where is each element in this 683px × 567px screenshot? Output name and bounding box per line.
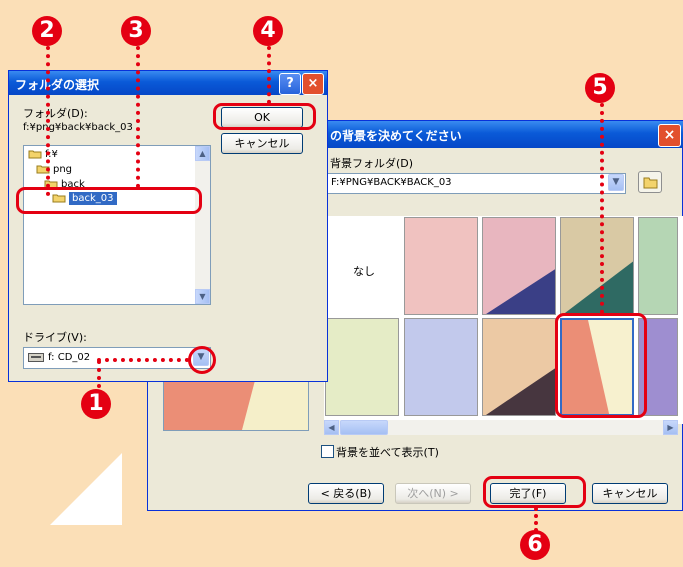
scroll-down-icon[interactable]: ▼ — [195, 289, 210, 304]
background-folder-combo[interactable]: F:¥PNG¥BACK¥BACK_03 ▼ — [326, 173, 626, 194]
highlight-ok — [213, 103, 316, 130]
wizard-cancel-button[interactable]: キャンセル — [592, 483, 668, 504]
folder-tree[interactable]: f:¥ png back back_03 ▲ ▼ — [23, 145, 211, 305]
tree-item-png[interactable]: png — [36, 164, 72, 175]
folder-dialog-title: フォルダの選択 — [15, 78, 100, 92]
thumbnail-peach-triangle[interactable] — [482, 318, 556, 416]
callout-4: 4 — [253, 16, 283, 46]
thumbnail-lavender[interactable] — [404, 318, 478, 416]
highlight-finish — [483, 476, 586, 508]
none-label: なし — [353, 265, 375, 278]
scroll-thumb[interactable] — [340, 420, 388, 435]
callout-5: 5 — [585, 73, 615, 103]
next-button[interactable]: 次へ(N) > — [395, 483, 471, 504]
thumbnail-green-partial[interactable] — [638, 217, 678, 315]
corner-triangle-decoration — [50, 453, 122, 525]
highlight-drive-arrow — [188, 346, 216, 374]
callout-2: 2 — [32, 16, 62, 46]
scroll-up-icon[interactable]: ▲ — [195, 146, 210, 161]
background-folder-label: 背景フォルダ(D) — [330, 157, 414, 170]
tree-item-root[interactable]: f:¥ — [28, 149, 58, 160]
scroll-left-icon[interactable]: ◀ — [324, 420, 339, 435]
thumbnail-pink[interactable] — [404, 217, 478, 315]
thumbnail-none[interactable]: なし — [325, 217, 399, 315]
thumbnail-lime[interactable] — [325, 318, 399, 416]
drive-value: f: CD_02 — [48, 352, 91, 363]
callout-6: 6 — [520, 530, 550, 560]
thumbnail-tan-triangle[interactable] — [560, 217, 634, 315]
thumbnail-scrollbar[interactable]: ◀ ▶ — [324, 420, 678, 435]
triangle-pattern — [563, 261, 633, 314]
scroll-right-icon[interactable]: ▶ — [663, 420, 678, 435]
leader-line-4 — [267, 46, 271, 104]
leader-line-5 — [600, 103, 604, 314]
folder-label: フォルダ(D): — [23, 107, 88, 120]
wizard-title: の背景を決めてください — [330, 129, 462, 143]
leader-line-1v — [97, 360, 101, 388]
callout-3: 3 — [121, 16, 151, 46]
drive-label: ドライブ(V): — [23, 331, 87, 344]
thumbnail-pink-triangle[interactable] — [482, 217, 556, 315]
triangle-pattern — [485, 368, 555, 415]
leader-line-6 — [534, 507, 538, 532]
leader-line-1h — [97, 358, 189, 362]
tile-background-checkbox[interactable] — [321, 445, 334, 458]
callout-1: 1 — [81, 389, 111, 419]
open-folder-icon — [28, 150, 42, 159]
triangle-pattern — [486, 269, 555, 314]
back-button[interactable]: < 戻る(B) — [308, 483, 384, 504]
help-icon[interactable]: ? — [279, 73, 301, 95]
highlight-thumbnail — [555, 313, 647, 418]
close-icon[interactable]: × — [302, 73, 324, 95]
tree-scrollbar[interactable]: ▲ ▼ — [195, 146, 210, 304]
tile-background-label: 背景を並べて表示(T) — [336, 446, 439, 459]
folder-path: f:¥png¥back¥back_03 — [23, 122, 133, 133]
leader-line-2 — [46, 46, 50, 196]
folder-dialog-title-bar: フォルダの選択 ? × — [9, 71, 327, 95]
wizard-close-icon[interactable]: × — [658, 124, 681, 147]
folder-icon — [643, 177, 658, 189]
browse-folder-button[interactable] — [638, 171, 662, 193]
chevron-down-icon[interactable]: ▼ — [608, 174, 624, 191]
leader-line-3 — [136, 46, 140, 188]
cancel-button[interactable]: キャンセル — [221, 133, 303, 154]
background-folder-value: F:¥PNG¥BACK¥BACK_03 — [331, 177, 452, 188]
cd-drive-icon — [28, 353, 44, 362]
highlight-back-03 — [16, 187, 202, 214]
